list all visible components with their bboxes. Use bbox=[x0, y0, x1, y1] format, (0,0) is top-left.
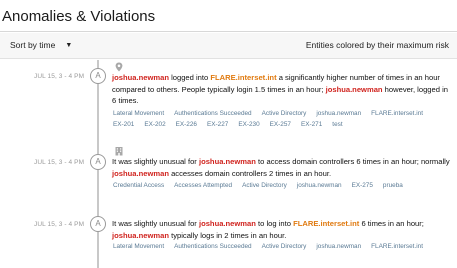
host-entity-link[interactable]: FLARE.interset.int bbox=[293, 219, 359, 228]
tag[interactable]: EX-271 bbox=[301, 120, 322, 131]
tag[interactable]: joshua.newman bbox=[316, 109, 361, 120]
tag[interactable]: Active Directory bbox=[262, 109, 307, 120]
caret-down-icon: ▼ bbox=[65, 42, 73, 49]
tag[interactable]: EX-227 bbox=[207, 120, 228, 131]
tag[interactable]: joshua.newman bbox=[297, 181, 342, 192]
message-text: It was slightly unusual for bbox=[112, 157, 199, 166]
message-text: to log into bbox=[255, 219, 294, 228]
tag-list: Lateral Movement Authentications Succeede… bbox=[113, 242, 453, 253]
tag[interactable]: EX-201 bbox=[113, 120, 134, 131]
anomaly-message: It was slightly unusual for joshua.newma… bbox=[112, 156, 452, 179]
tag-list: Credential Access Accesses Attempted Activ… bbox=[113, 181, 453, 192]
anomaly-message: joshua.newman logged into FLARE.interset… bbox=[112, 72, 452, 107]
tag[interactable]: Active Directory bbox=[262, 242, 307, 253]
tag[interactable]: prueba bbox=[383, 181, 403, 192]
tag[interactable]: Authentications Succeeded bbox=[174, 109, 251, 120]
tag[interactable]: Credential Access bbox=[113, 181, 164, 192]
entity-avatar[interactable]: A bbox=[90, 216, 106, 232]
user-entity-link[interactable]: joshua.newman bbox=[112, 231, 169, 240]
sort-dropdown[interactable]: Sort by time ▼ bbox=[10, 40, 72, 50]
entity-avatar[interactable]: A bbox=[90, 68, 106, 84]
tag[interactable]: EX-230 bbox=[238, 120, 259, 131]
message-text: to access domain controllers 6 times in … bbox=[255, 157, 450, 166]
location-pin-icon bbox=[115, 62, 123, 72]
toolbar: Sort by time ▼ Entities colored by their … bbox=[0, 33, 457, 59]
message-text: It was slightly unusual for bbox=[112, 219, 199, 228]
tag-list: Lateral Movement Authentications Succeede… bbox=[113, 109, 453, 130]
tag[interactable]: test bbox=[332, 120, 342, 131]
entry-timestamp: JUL 15, 3 - 4 PM bbox=[34, 73, 85, 80]
tag[interactable]: FLARE.interset.int bbox=[371, 109, 423, 120]
message-text: 6 times in an hour; bbox=[359, 219, 424, 228]
message-text: typically logs in 2 times in an hour. bbox=[168, 230, 287, 240]
user-entity-link[interactable]: joshua.newman bbox=[199, 219, 256, 228]
tag[interactable]: EX-257 bbox=[270, 120, 291, 131]
legend-note: Entities colored by their maximum risk bbox=[305, 40, 449, 50]
user-entity-link[interactable]: joshua.newman bbox=[326, 85, 383, 94]
sort-label: Sort by time bbox=[10, 40, 56, 50]
anomaly-message: It was slightly unusual for joshua.newma… bbox=[112, 218, 452, 241]
message-text: accesses domain controllers 2 times in a… bbox=[168, 168, 332, 178]
tag[interactable]: FLARE.interset.int bbox=[371, 242, 423, 253]
tag[interactable]: EX-226 bbox=[176, 120, 197, 131]
tag[interactable]: Accesses Attempted bbox=[174, 181, 232, 192]
entry-timestamp: JUL 15, 3 - 4 PM bbox=[34, 159, 85, 166]
panel-header: Anomalies & Violations bbox=[0, 0, 457, 32]
building-icon bbox=[115, 147, 123, 156]
tag[interactable]: Active Directory bbox=[242, 181, 287, 192]
page-title: Anomalies & Violations bbox=[2, 8, 156, 25]
tag[interactable]: Lateral Movement bbox=[113, 242, 164, 253]
user-entity-link[interactable]: joshua.newman bbox=[199, 157, 256, 166]
host-entity-link[interactable]: FLARE.interset.int bbox=[210, 73, 276, 82]
tag[interactable]: joshua.newman bbox=[316, 242, 361, 253]
tag[interactable]: Authentications Succeeded bbox=[174, 242, 251, 253]
entity-avatar[interactable]: A bbox=[90, 154, 106, 170]
tag[interactable]: EX-202 bbox=[144, 120, 165, 131]
user-entity-link[interactable]: joshua.newman bbox=[112, 169, 169, 178]
user-entity-link[interactable]: joshua.newman bbox=[112, 73, 169, 82]
tag[interactable]: Lateral Movement bbox=[113, 109, 164, 120]
tag[interactable]: EX-275 bbox=[352, 181, 373, 192]
message-text: logged into bbox=[168, 73, 211, 82]
entry-timestamp: JUL 15, 3 - 4 PM bbox=[34, 221, 85, 228]
